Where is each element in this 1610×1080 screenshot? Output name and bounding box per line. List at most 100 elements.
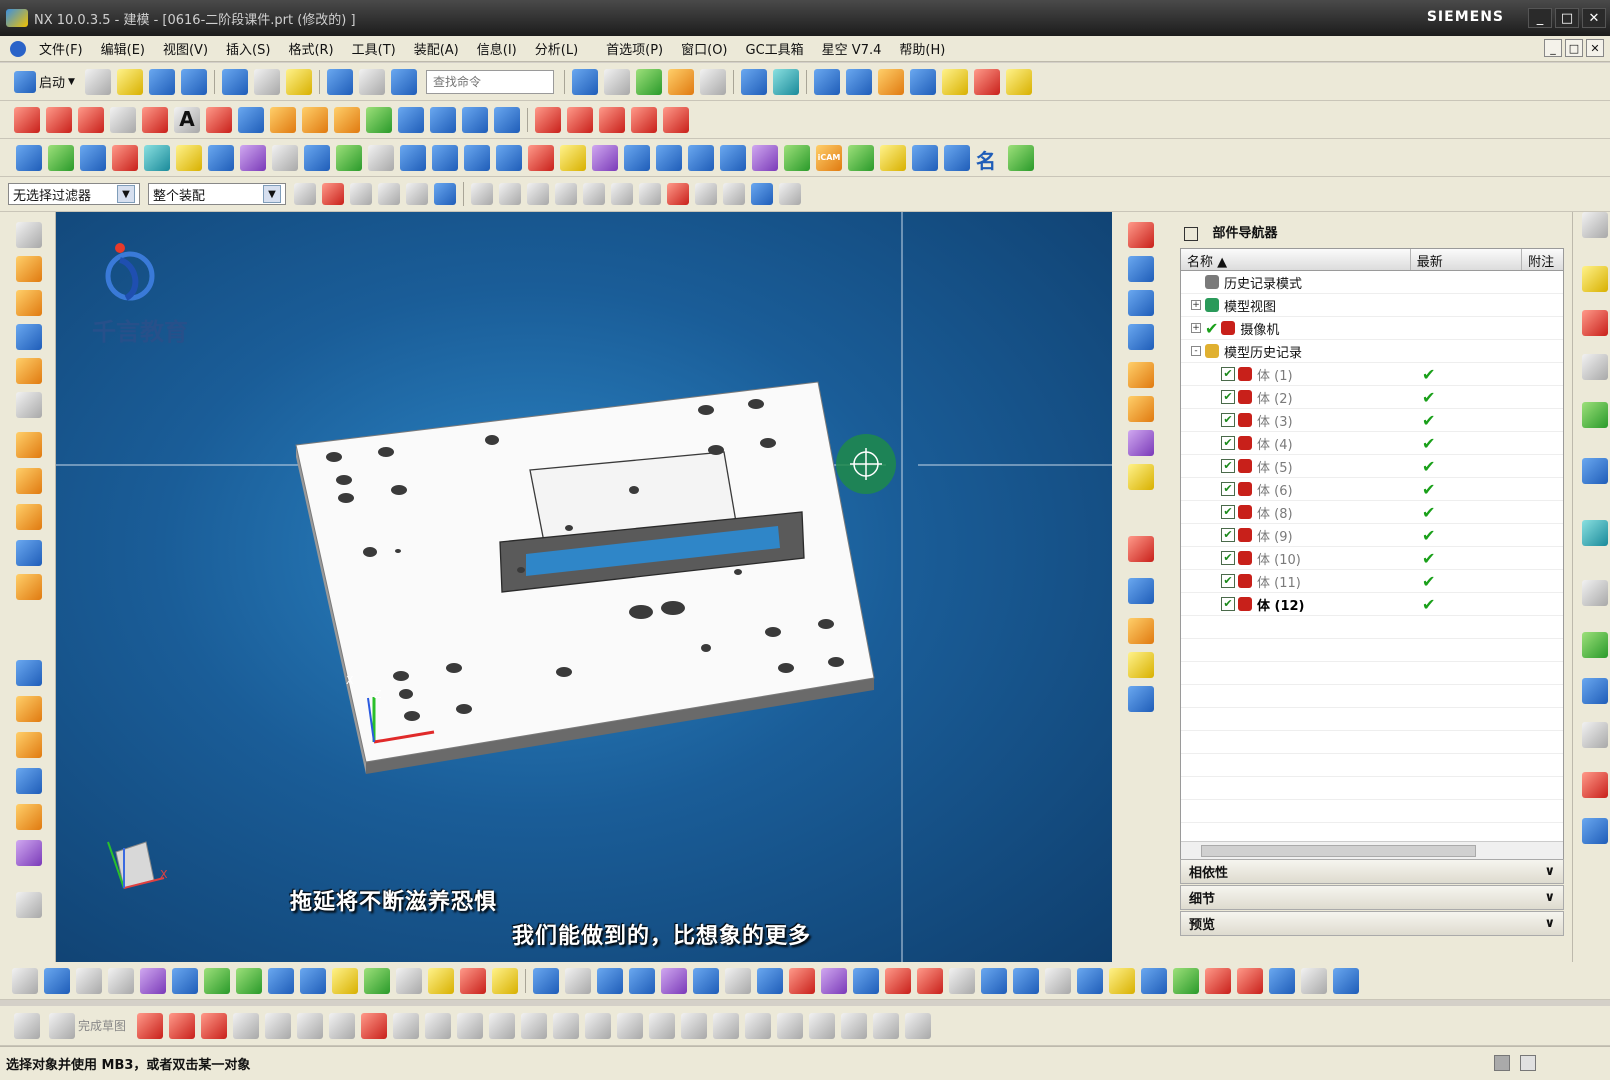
analysis-icon[interactable]	[941, 68, 968, 95]
shell-icon[interactable]	[304, 144, 330, 171]
apps-grid-icon[interactable]	[944, 144, 970, 171]
new-file-icon[interactable]	[84, 68, 111, 95]
doc-minimize-button[interactable]: _	[1544, 39, 1562, 57]
trim-solid-icon[interactable]	[16, 768, 42, 794]
boolean-icon[interactable]	[144, 144, 170, 171]
sketch-pattern-icon[interactable]	[617, 1012, 644, 1039]
frame-icon[interactable]	[629, 967, 655, 994]
status-window-icon[interactable]	[1520, 1055, 1536, 1071]
target-icon[interactable]	[1237, 967, 1263, 994]
palette-icon[interactable]	[1582, 520, 1608, 546]
trim-body-icon[interactable]	[464, 144, 490, 171]
sketch-mirror-icon[interactable]	[585, 1012, 612, 1039]
delete-face-icon[interactable]	[624, 144, 650, 171]
menu-xingkong[interactable]: 星空 V7.4	[813, 39, 891, 58]
ibeam-icon[interactable]	[1109, 967, 1135, 994]
arc-icon[interactable]	[78, 106, 104, 133]
shaded-face-icon[interactable]	[1128, 618, 1154, 644]
section-view-icon[interactable]	[1128, 396, 1154, 422]
pen-icon[interactable]	[789, 967, 815, 994]
line-icon[interactable]	[14, 106, 40, 133]
tree-row[interactable]: - 模型历史记录	[1181, 340, 1563, 363]
settings-view-icon[interactable]	[1128, 686, 1154, 712]
cam-icon[interactable]	[848, 144, 874, 171]
menu-window[interactable]: 窗口(O)	[672, 39, 736, 58]
profile-icon[interactable]	[137, 1012, 164, 1039]
eraser-icon[interactable]	[396, 967, 422, 994]
command-finder-icon[interactable]	[285, 68, 312, 95]
menu-information[interactable]: 信息(I)	[468, 39, 526, 58]
spline-icon[interactable]	[206, 106, 232, 133]
close-button[interactable]: ✕	[1582, 8, 1606, 28]
tree-row[interactable]: + 模型视图	[1181, 294, 1563, 317]
save-icon[interactable]	[148, 68, 175, 95]
gear-icon[interactable]	[1582, 212, 1608, 238]
sketch-polygon-icon[interactable]	[425, 1012, 452, 1039]
finish-sketch-icon[interactable]	[49, 1012, 75, 1039]
copy-icon[interactable]	[358, 68, 385, 95]
visibility-checkbox[interactable]: ✔	[1221, 551, 1235, 565]
intersect-icon[interactable]	[16, 732, 42, 758]
sketch-derived-icon[interactable]	[873, 1012, 900, 1039]
collapse-icon[interactable]: -	[1191, 346, 1201, 356]
sketch-intersect-icon[interactable]	[841, 1012, 868, 1039]
cube-green-icon[interactable]	[364, 967, 390, 994]
maximize-button[interactable]: □	[1555, 8, 1579, 28]
column-latest[interactable]: 最新	[1411, 249, 1523, 270]
menu-file[interactable]: 文件(F)	[30, 39, 92, 58]
layers-icon[interactable]	[757, 967, 783, 994]
pattern-feature-icon[interactable]	[16, 504, 42, 530]
table-icon[interactable]	[108, 967, 134, 994]
selection-scope-select[interactable]: 整个装配 ▼	[148, 183, 286, 205]
pattern-icon[interactable]	[240, 144, 266, 171]
wireframe-icon[interactable]	[1128, 430, 1154, 456]
trim-icon[interactable]	[535, 106, 561, 133]
offset-face-icon[interactable]	[560, 144, 586, 171]
revolve-icon[interactable]	[48, 144, 74, 171]
sketch-corner-icon[interactable]	[521, 1012, 548, 1039]
thread-icon[interactable]	[528, 144, 554, 171]
snap-center-icon[interactable]	[639, 183, 661, 205]
orient-view-icon[interactable]	[571, 68, 598, 95]
mirror-icon[interactable]	[112, 144, 138, 171]
extrude-icon[interactable]	[16, 144, 42, 171]
curve-tool-icon[interactable]	[1269, 967, 1295, 994]
snap-control-point-icon[interactable]	[555, 183, 577, 205]
replay-end-icon[interactable]	[300, 967, 326, 994]
intersect-curve-icon[interactable]	[302, 106, 328, 133]
menu-view[interactable]: 视图(V)	[154, 39, 217, 58]
block-icon[interactable]	[16, 324, 42, 350]
cube-yellow-icon[interactable]	[332, 967, 358, 994]
box-select-icon[interactable]	[378, 183, 400, 205]
extract-body-icon[interactable]	[16, 840, 42, 866]
visibility-checkbox[interactable]: ✔	[1221, 367, 1235, 381]
project-curve-icon[interactable]	[270, 106, 296, 133]
sketch-chamfer-icon[interactable]	[297, 1012, 324, 1039]
spring-icon[interactable]	[16, 392, 42, 418]
box-icon[interactable]	[16, 574, 42, 600]
cube-icon[interactable]	[661, 967, 687, 994]
layer-icon[interactable]	[772, 68, 799, 95]
sketch-convert-icon[interactable]	[905, 1012, 932, 1039]
surface-icon[interactable]	[1128, 536, 1154, 562]
gem-icon[interactable]	[725, 967, 751, 994]
visibility-checkbox[interactable]: ✔	[1221, 505, 1235, 519]
cut-icon[interactable]	[16, 892, 42, 918]
menu-format[interactable]: 格式(R)	[279, 39, 342, 58]
crosshair-icon[interactable]	[1205, 967, 1231, 994]
sketch-extend-icon[interactable]	[489, 1012, 516, 1039]
menu-analysis[interactable]: 分析(L)	[526, 39, 587, 58]
visibility-checkbox[interactable]: ✔	[1221, 574, 1235, 588]
graphics-window[interactable]: X Z X 千言教育 拖延将不断滋养恐惧 我们能做到的，比想象的更多	[56, 212, 1112, 962]
filter-settings-icon[interactable]	[294, 183, 316, 205]
sketch-dimension-icon[interactable]	[649, 1012, 676, 1039]
highlight-icon[interactable]	[667, 68, 694, 95]
red-cube-icon[interactable]	[885, 967, 911, 994]
finish-sketch-label[interactable]: 完成草图	[78, 1017, 126, 1034]
visibility-checkbox[interactable]: ✔	[1221, 459, 1235, 473]
icam-icon[interactable]: iCAM	[816, 144, 842, 171]
select-body-icon[interactable]	[434, 183, 456, 205]
split-curve-icon[interactable]	[462, 106, 488, 133]
details-panel[interactable]: 细节 ∨	[1180, 885, 1564, 910]
boss-icon[interactable]	[176, 144, 202, 171]
